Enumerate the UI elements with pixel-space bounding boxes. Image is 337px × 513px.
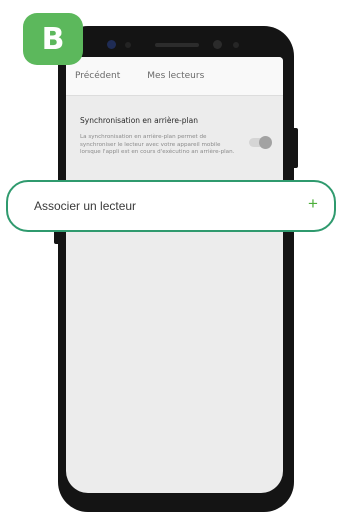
background-sync-toggle[interactable] xyxy=(249,136,272,149)
add-icon: + xyxy=(308,194,318,213)
phone-screen: Précédent Mes lecteurs Synchronisation e… xyxy=(66,57,283,493)
phone-earpiece xyxy=(155,43,199,47)
add-reader-button[interactable]: Associer un lecteur + xyxy=(6,180,336,232)
toggle-switch-icon xyxy=(259,136,272,149)
sensor-icon xyxy=(125,42,131,48)
step-badge: B xyxy=(23,13,83,65)
page-title: Mes lecteurs xyxy=(147,71,205,81)
background-sync-row: La synchronisation en arrière-plan perme… xyxy=(80,134,272,157)
background-sync-title: Synchronisation en arrière-plan xyxy=(80,116,198,125)
sensor-icon xyxy=(233,42,239,48)
step-badge-letter: B xyxy=(41,21,65,57)
background-sync-description: La synchronisation en arrière-plan perme… xyxy=(80,134,235,155)
add-reader-label: Associer un lecteur xyxy=(34,199,137,213)
background-sync-section: Synchronisation en arrière-plan La synch… xyxy=(66,96,283,157)
sensor-icon xyxy=(213,40,222,49)
back-button[interactable]: Précédent xyxy=(75,71,120,81)
front-camera-icon xyxy=(107,40,116,49)
navigation-bar: Précédent Mes lecteurs xyxy=(66,57,283,96)
